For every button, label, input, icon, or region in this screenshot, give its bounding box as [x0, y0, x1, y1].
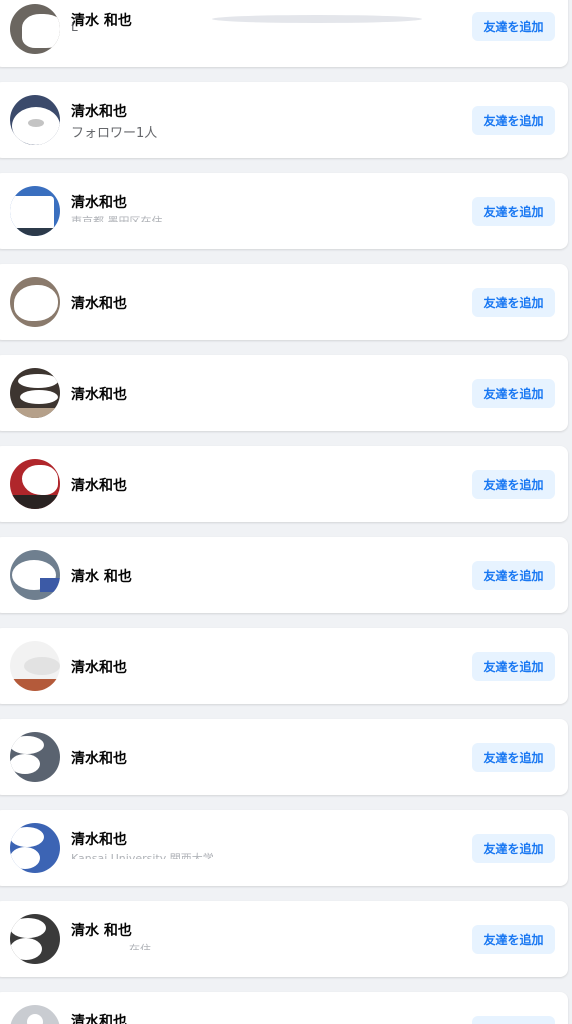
avatar[interactable]: [10, 4, 60, 54]
result-card[interactable]: 清水 和也 友達を追加: [0, 537, 568, 613]
result-card[interactable]: 清水 和也 L 友達を追加: [0, 0, 568, 67]
avatar[interactable]: [10, 823, 60, 873]
avatar[interactable]: [10, 732, 60, 782]
add-friend-button[interactable]: 友達を追加: [472, 106, 555, 135]
add-friend-button[interactable]: 友達を追加: [472, 834, 555, 863]
result-subtitle: Kansai University 関西大学: [71, 852, 214, 859]
avatar[interactable]: [10, 550, 60, 600]
add-friend-button[interactable]: 友達を追加: [472, 288, 555, 317]
result-card[interactable]: 清水和也 友達を追加: [0, 992, 568, 1024]
add-friend-button[interactable]: 友達を追加: [472, 379, 555, 408]
result-name[interactable]: 清水和也: [71, 384, 127, 404]
result-subtitle: L: [71, 20, 78, 34]
result-name[interactable]: 清水和也: [71, 748, 127, 768]
result-name[interactable]: 清水 和也: [71, 10, 132, 30]
redaction-mark: [212, 15, 422, 23]
result-card[interactable]: 清水和也 友達を追加: [0, 264, 568, 340]
avatar[interactable]: [10, 95, 60, 145]
avatar[interactable]: [10, 914, 60, 964]
result-name[interactable]: 清水 和也: [71, 566, 132, 586]
result-card[interactable]: 清水和也 友達を追加: [0, 355, 568, 431]
result-name[interactable]: 清水和也: [71, 192, 127, 212]
result-card[interactable]: 清水和也 友達を追加: [0, 628, 568, 704]
result-name[interactable]: 清水和也: [71, 293, 127, 313]
result-card[interactable]: 清水和也 Kansai University 関西大学 友達を追加: [0, 810, 568, 886]
avatar[interactable]: [10, 1005, 60, 1024]
add-friend-button[interactable]: 友達を追加: [472, 1016, 555, 1024]
result-subtitle: フォロワー1人: [71, 126, 158, 141]
add-friend-button[interactable]: 友達を追加: [472, 652, 555, 681]
result-subtitle: 在住: [129, 943, 151, 950]
result-name[interactable]: 清水和也: [71, 1011, 127, 1024]
result-card[interactable]: 清水和也 友達を追加: [0, 719, 568, 795]
add-friend-button[interactable]: 友達を追加: [472, 470, 555, 499]
add-friend-button[interactable]: 友達を追加: [472, 197, 555, 226]
result-card[interactable]: 清水和也 友達を追加: [0, 446, 568, 522]
result-name[interactable]: 清水 和也: [71, 920, 132, 940]
add-friend-button[interactable]: 友達を追加: [472, 743, 555, 772]
result-card[interactable]: 清水 和也 在住 友達を追加: [0, 901, 568, 977]
result-card[interactable]: 清水和也 フォロワー1人 友達を追加: [0, 82, 568, 158]
avatar[interactable]: [10, 368, 60, 418]
avatar[interactable]: [10, 186, 60, 236]
add-friend-button[interactable]: 友達を追加: [472, 12, 555, 41]
default-profile-icon: [27, 1014, 43, 1024]
result-card[interactable]: 清水和也 東京都 墨田区在住 友達を追加: [0, 173, 568, 249]
add-friend-button[interactable]: 友達を追加: [472, 561, 555, 590]
add-friend-button[interactable]: 友達を追加: [472, 925, 555, 954]
result-name[interactable]: 清水和也: [71, 657, 127, 677]
result-name[interactable]: 清水和也: [71, 101, 127, 121]
avatar[interactable]: [10, 277, 60, 327]
avatar[interactable]: [10, 641, 60, 691]
avatar[interactable]: [10, 459, 60, 509]
result-name[interactable]: 清水和也: [71, 475, 127, 495]
result-subtitle: 東京都 墨田区在住: [71, 215, 163, 222]
result-name[interactable]: 清水和也: [71, 829, 127, 849]
search-results-list: 清水 和也 L 友達を追加 清水和也 フォロワー1人 友達を追加 清水和也 東京…: [0, 0, 572, 1024]
